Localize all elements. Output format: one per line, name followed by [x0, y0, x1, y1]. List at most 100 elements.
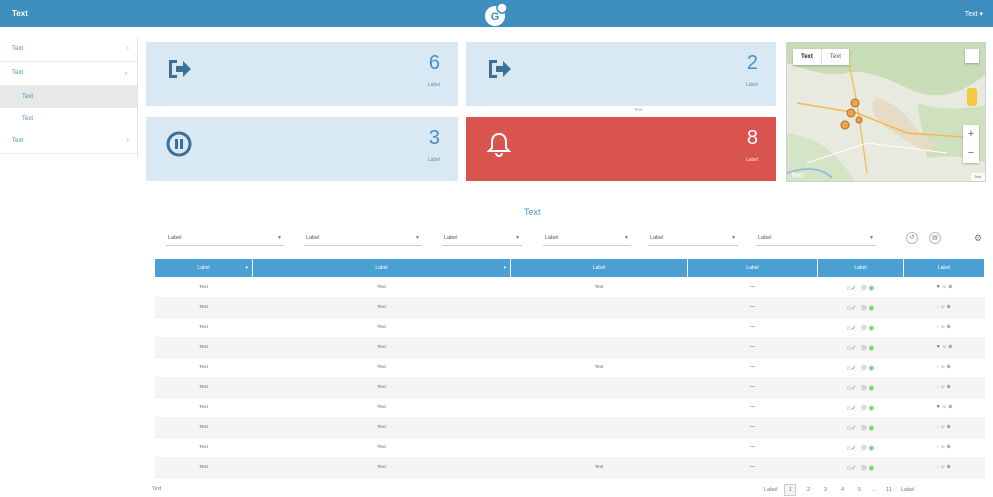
table-cell: Text	[154, 397, 253, 418]
settings-icon[interactable]: ⚙	[861, 405, 867, 412]
page-last[interactable]: 11	[884, 485, 894, 495]
section-title: Text	[524, 207, 541, 217]
eye-icon[interactable]: ◉	[868, 285, 874, 292]
column-header[interactable]: Label	[687, 258, 818, 278]
stat-card-2[interactable]: 2 Label	[466, 42, 776, 106]
pegman-icon[interactable]	[967, 88, 977, 106]
actions-cell[interactable]: ◦ ☺ ⊕	[903, 297, 985, 318]
app-brand[interactable]: Text	[12, 9, 28, 18]
zoom-in-icon[interactable]: +	[963, 125, 979, 144]
table-row[interactable]: Text Text — ⌂✓ ⚙ ◉ ▼ ☺ ⊕	[154, 337, 985, 358]
stat-card-1[interactable]: 6 Label	[146, 42, 458, 106]
filter-select-3[interactable]: Label ▼	[442, 232, 522, 246]
table-row[interactable]: Text Text Text — ⌂✓ ⚙ ◉ ◦ ☺ ⊕	[154, 457, 985, 478]
user-status-icon: ✓	[850, 384, 857, 392]
sidebar-subitem-2[interactable]: Text	[0, 108, 137, 130]
actions-cell[interactable]: ◦ ☺ ⊕	[903, 357, 985, 378]
settings-icon[interactable]: ⚙	[861, 305, 867, 312]
sidebar-item-1[interactable]: Text ›	[0, 38, 137, 62]
table-row[interactable]: Text Text — ⌂✓ ⚙ ◉ ◦ ☺ ⊕	[154, 437, 985, 458]
table-row[interactable]: Text Text — ⌂✓ ⚙ ◉ ◦ ☺ ⊕	[154, 317, 985, 338]
filter-select-5[interactable]: Label ▼	[648, 232, 738, 246]
filter-select-2[interactable]: Label ▼	[304, 232, 422, 246]
eye-icon[interactable]: ◉	[868, 365, 874, 372]
eye-icon[interactable]: ◉	[868, 305, 874, 312]
map-tab-satellite[interactable]: Text	[822, 49, 849, 65]
actions-cell[interactable]: ◦ ☺ ⊕	[903, 437, 985, 458]
map-widget[interactable]: Text Text + − Text Text	[786, 42, 986, 182]
user-status-icon: ✓	[850, 404, 857, 412]
stat-card-3[interactable]: 3 Label	[146, 117, 458, 181]
chevron-down-icon: ▼	[624, 235, 629, 241]
column-header[interactable]: Label ▾	[252, 258, 511, 278]
settings-icon[interactable]: ⚙	[861, 465, 867, 472]
sidebar-item-3[interactable]: Text ›	[0, 130, 137, 154]
export-icon[interactable]: ▤	[929, 232, 941, 244]
eye-icon[interactable]: ◉	[868, 465, 874, 472]
table-cell: Text	[510, 357, 688, 378]
filter-select-4[interactable]: Label ▼	[543, 232, 631, 246]
eye-icon[interactable]: ◉	[868, 445, 874, 452]
eye-icon[interactable]: ◉	[868, 325, 874, 332]
pagination-prev[interactable]: Label	[764, 487, 777, 493]
settings-icon[interactable]: ⚙	[861, 445, 867, 452]
table-cell: Text	[252, 377, 511, 398]
table-row[interactable]: Text Text — ⌂✓ ⚙ ◉ ▼ ☺ ⊕	[154, 397, 985, 418]
actions-cell[interactable]: ◦ ☺ ⊕	[903, 457, 985, 478]
user-status-icon: ✓	[850, 424, 857, 432]
eye-icon[interactable]: ◉	[868, 405, 874, 412]
table-row[interactable]: Text Text — ⌂✓ ⚙ ◉ ◦ ☺ ⊕	[154, 377, 985, 398]
settings-gear-icon[interactable]: ⚙	[974, 233, 982, 244]
actions-cell[interactable]: ◦ ☺ ⊕	[903, 317, 985, 338]
stat-card-4[interactable]: 8 Label	[466, 117, 776, 181]
filter-value: Label	[758, 235, 772, 241]
page-3[interactable]: 3	[820, 485, 830, 495]
map-attribution[interactable]: Text	[970, 173, 985, 181]
clear-filters-icon[interactable]: ↺	[906, 232, 918, 244]
top-navbar: Text G Text ▾	[0, 0, 993, 27]
settings-icon[interactable]: ⚙	[861, 385, 867, 392]
column-header[interactable]: Label	[510, 258, 688, 278]
eye-icon[interactable]: ◉	[868, 345, 874, 352]
actions-cell[interactable]: ◦ ☺ ⊕	[903, 377, 985, 398]
page-1[interactable]: 1	[784, 484, 797, 496]
column-header[interactable]: Label ▾	[154, 258, 253, 278]
map-tab-map[interactable]: Text	[793, 49, 822, 65]
table-row[interactable]: Text Text Text — ⌂✓ ⚙ ◉ ◦ ☺ ⊕	[154, 357, 985, 378]
actions-cell[interactable]: ▼ ☺ ⊕	[903, 337, 985, 358]
column-label: Label	[746, 265, 759, 271]
settings-icon[interactable]: ⚙	[861, 365, 867, 372]
user-menu[interactable]: Text ▾	[965, 10, 983, 18]
filter-select-6[interactable]: Label ▼	[756, 232, 876, 246]
table-row[interactable]: Text Text Text — ⌂✓ ⚙ ◉ ▼ ☺ ⊕	[154, 277, 985, 298]
actions-cell[interactable]: ▼ ☺ ⊕	[903, 277, 985, 298]
actions-cell[interactable]: ▼ ☺ ⊕	[903, 397, 985, 418]
settings-icon[interactable]: ⚙	[861, 425, 867, 432]
pagination-next[interactable]: Label	[901, 487, 914, 493]
page-2[interactable]: 2	[803, 485, 813, 495]
settings-icon[interactable]: ⚙	[861, 345, 867, 352]
actions-cell[interactable]: ◦ ☺ ⊕	[903, 417, 985, 438]
table-row[interactable]: Text Text — ⌂✓ ⚙ ◉ ◦ ☺ ⊕	[154, 417, 985, 438]
sidebar-subitem-1[interactable]: Text	[0, 86, 137, 108]
sidebar-item-2[interactable]: Text ⌄	[0, 62, 137, 86]
table-cell: Text	[252, 297, 511, 318]
table-cell: Text	[252, 417, 511, 438]
zoom-out-icon[interactable]: −	[963, 144, 979, 163]
table-row[interactable]: Text Text — ⌂✓ ⚙ ◉ ◦ ☺ ⊕	[154, 297, 985, 318]
settings-icon[interactable]: ⚙	[861, 285, 867, 292]
pagination: Label 1 2 3 4 5 … 11 Label	[764, 484, 921, 496]
filter-select-1[interactable]: Label ▼	[166, 232, 284, 246]
column-header[interactable]: Label	[903, 258, 985, 278]
page-4[interactable]: 4	[837, 485, 847, 495]
stat-label: Label	[745, 157, 758, 163]
settings-icon[interactable]: ⚙	[861, 325, 867, 332]
eye-icon[interactable]: ◉	[868, 385, 874, 392]
eye-icon[interactable]: ◉	[868, 425, 874, 432]
page-5[interactable]: 5	[854, 485, 864, 495]
filter-value: Label	[650, 235, 664, 241]
column-header[interactable]: Label	[817, 258, 904, 278]
table-info: Text	[152, 486, 162, 492]
fullscreen-icon[interactable]	[965, 49, 979, 63]
table-cell: Text	[252, 437, 511, 458]
